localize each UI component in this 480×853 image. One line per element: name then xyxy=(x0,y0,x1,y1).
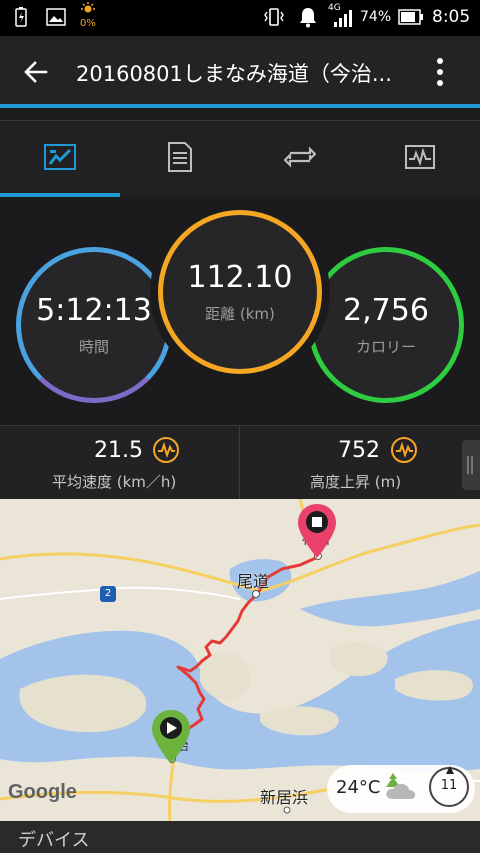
overflow-menu-icon[interactable] xyxy=(432,56,448,88)
details-list-icon xyxy=(167,142,193,176)
signal-icon xyxy=(330,8,354,32)
start-pin-icon[interactable] xyxy=(150,709,192,769)
gallery-icon xyxy=(46,8,66,30)
tab-laps[interactable] xyxy=(240,121,360,197)
chart-icon xyxy=(405,145,435,173)
finish-pin-icon[interactable] xyxy=(296,503,338,563)
tab-bar xyxy=(0,120,480,197)
notification-bell-icon xyxy=(298,6,318,32)
route-map[interactable]: 尾道 新居浜 福山 治 2 Google 24°C 11 xyxy=(0,499,480,821)
map-label-niihama: 新居浜 xyxy=(260,788,309,807)
wind-compass-icon: 11 xyxy=(429,766,469,807)
summary-rings: 5:12:13 時間 2,756 カロリー 112.10 距離 (km) xyxy=(0,197,480,425)
stats-divider xyxy=(239,425,240,499)
calories-label: カロリー xyxy=(355,338,416,356)
battery-icon xyxy=(398,9,424,29)
weather-cloud-icon xyxy=(383,771,419,805)
map-label-onomichi: 尾道 xyxy=(237,572,270,591)
elevation-label: 高度上昇 (m) xyxy=(310,473,402,491)
route-number-shield: 2 xyxy=(100,586,116,602)
distance-value: 112.10 xyxy=(187,260,293,295)
weather-temperature: 24°C xyxy=(336,777,381,798)
tab-stats[interactable] xyxy=(0,121,120,197)
stats-icon xyxy=(44,144,76,174)
wind-speed: 11 xyxy=(440,778,458,793)
elevation-badge-icon xyxy=(390,436,418,468)
status-bar: 0% 4G 74% 8:05 xyxy=(0,0,480,36)
app-bar: 20160801しまなみ海道（今治... xyxy=(0,36,480,106)
time-value: 5:12:13 xyxy=(36,293,152,328)
laps-icon xyxy=(283,145,317,173)
elevation-value: 752 xyxy=(338,438,380,463)
elevation-cell[interactable]: 752 高度上昇 (m) xyxy=(240,426,479,500)
time-ring: 5:12:13 時間 xyxy=(16,247,172,403)
power-saver-percent: 0% xyxy=(80,18,96,29)
side-drawer-handle[interactable] xyxy=(462,440,480,490)
vibrate-icon xyxy=(263,7,285,31)
activity-title: 20160801しまなみ海道（今治... xyxy=(76,62,392,86)
weather-widget[interactable]: 24°C 11 xyxy=(327,765,475,813)
avg-speed-label: 平均速度 (km／h) xyxy=(52,473,177,491)
battery-percent: 74% xyxy=(360,9,392,25)
calories-value: 2,756 xyxy=(343,293,429,328)
time-label: 時間 xyxy=(78,338,109,356)
distance-ring: 112.10 距離 (km) xyxy=(158,210,322,374)
header-gap xyxy=(0,108,480,120)
battery-charging-icon xyxy=(14,6,28,32)
google-logo: Google xyxy=(8,781,77,803)
tab-details[interactable] xyxy=(120,121,240,197)
avg-speed-value: 21.5 xyxy=(94,438,143,463)
back-arrow-icon[interactable] xyxy=(22,58,52,86)
devices-section-header[interactable]: デバイス xyxy=(0,821,480,853)
tab-chart[interactable] xyxy=(360,121,480,197)
calories-ring: 2,756 カロリー xyxy=(308,247,464,403)
devices-label: デバイス xyxy=(18,830,90,851)
speed-badge-icon xyxy=(152,436,180,468)
distance-label: 距離 (km) xyxy=(205,305,275,323)
avg-speed-cell[interactable]: 21.5 平均速度 (km／h) xyxy=(0,426,239,500)
clock: 8:05 xyxy=(432,7,471,27)
stats-row: 21.5 平均速度 (km／h) 752 高度上昇 (m) xyxy=(0,425,480,500)
